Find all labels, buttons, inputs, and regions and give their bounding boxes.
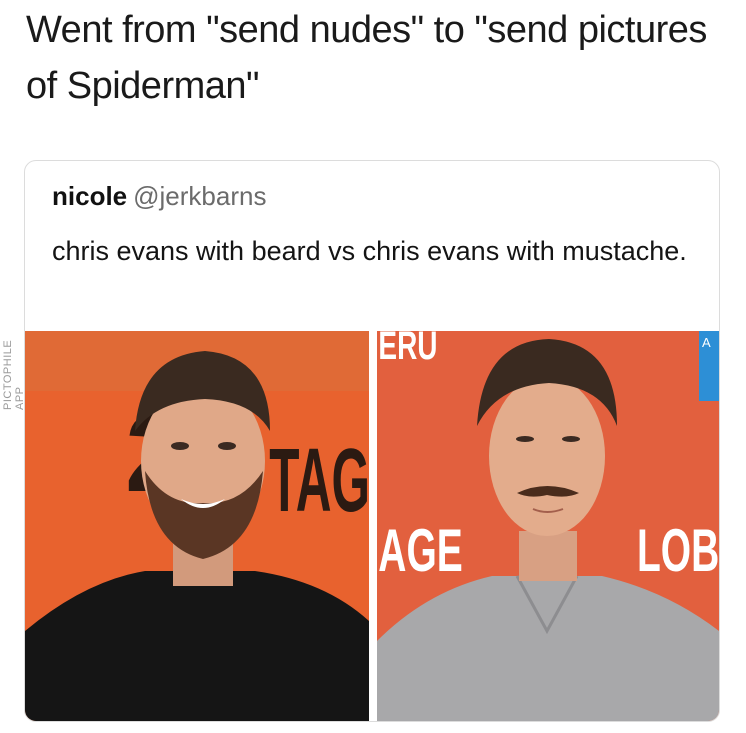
- photo-beard: 2 TAG: [25, 331, 369, 721]
- tweet-author-name: nicole: [52, 181, 128, 211]
- tweet-text: chris evans with beard vs chris evans wi…: [52, 236, 687, 266]
- tweet-header: nicole @jerkbarns: [52, 181, 266, 212]
- backdrop-text-main: TAG: [269, 430, 369, 530]
- backdrop-text-mid: AGE: [378, 516, 463, 584]
- backdrop-text-corner: A: [702, 335, 711, 350]
- meme-caption: Went from "send nudes" to "send pictures…: [26, 9, 707, 107]
- backdrop-text-top: ERU: [378, 331, 437, 368]
- watermark: PICTOPHILE APP: [2, 339, 26, 410]
- tweet-card: nicole @jerkbarns chris evans with beard …: [24, 160, 720, 722]
- backdrop-text-side: LOBE: [637, 516, 719, 584]
- photo-mustache: ERU AGE LOBE A: [377, 331, 719, 721]
- tweet-author-handle: @jerkbarns: [133, 181, 267, 211]
- tweet-photos: 2 TAG ERU: [25, 331, 719, 721]
